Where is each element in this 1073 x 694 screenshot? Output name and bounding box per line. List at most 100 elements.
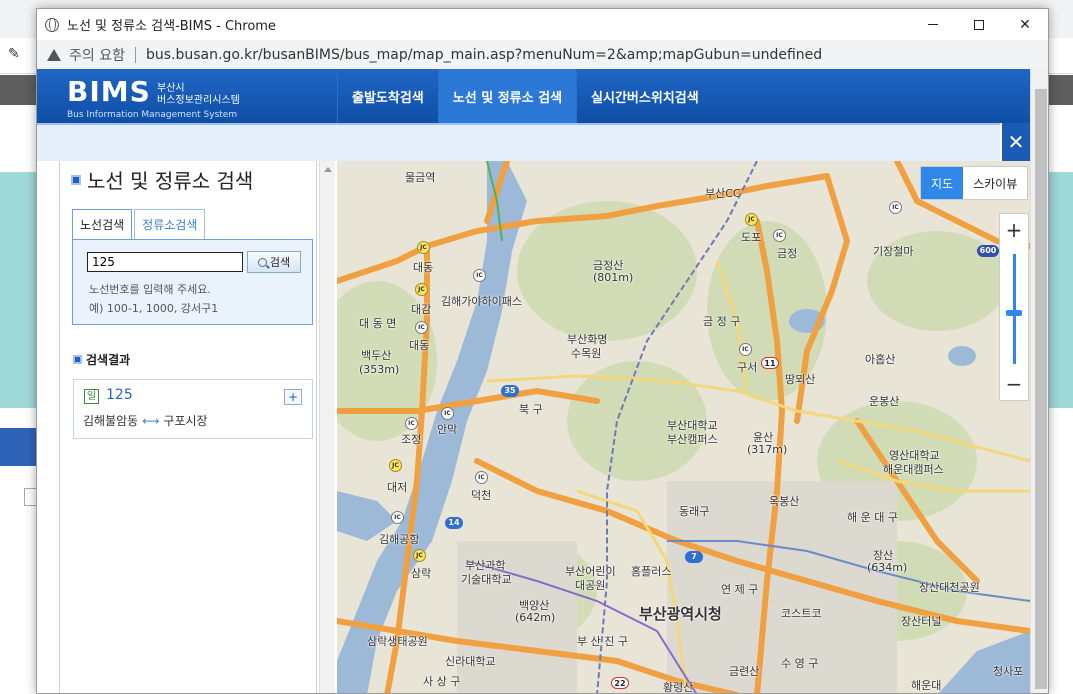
map-label: 연 제 구 bbox=[721, 583, 759, 596]
map-label: (801m) bbox=[593, 271, 634, 284]
map-label: 대저 bbox=[387, 481, 408, 494]
zoom-slider-handle[interactable] bbox=[1006, 310, 1022, 316]
map-label: 청사포 bbox=[993, 665, 1024, 678]
map-label: 장산터널 bbox=[901, 615, 942, 628]
map-label: 황령산 bbox=[663, 681, 694, 694]
map-label: 부 산 진 구 bbox=[577, 635, 628, 648]
globe-icon bbox=[45, 17, 59, 32]
map-label: 물금역 bbox=[405, 171, 436, 184]
map-label: 해 운 대 구 bbox=[847, 511, 898, 524]
warning-icon bbox=[47, 48, 61, 61]
close-window-button[interactable]: ✕ bbox=[1002, 9, 1048, 40]
map-label: 부산CC bbox=[705, 187, 741, 200]
map-label: 북 구 bbox=[519, 403, 543, 416]
minimize-button[interactable] bbox=[910, 9, 956, 40]
junction-marker: JC bbox=[389, 459, 402, 472]
junction-marker: JC bbox=[413, 549, 426, 562]
search-help-line2: 예) 100-1, 1000, 강서구1 bbox=[89, 302, 219, 315]
maximize-icon bbox=[974, 19, 984, 30]
search-tabs: 노선검색 정류소검색 bbox=[72, 209, 207, 239]
map-label: 동래구 bbox=[679, 505, 710, 518]
search-box: 125 검색 노선번호를 입력해 주세요. 예) 100-1, 1000, 강서… bbox=[72, 239, 313, 325]
background-blue-bar bbox=[0, 428, 40, 466]
zoom-slider-track[interactable] bbox=[1013, 254, 1016, 364]
search-button[interactable]: 검색 bbox=[247, 251, 301, 273]
logo-text: BIMS bbox=[67, 75, 151, 108]
bims-logo[interactable]: BIMS 부산시 버스정보관리시스템 Bus Information Manag… bbox=[67, 75, 240, 120]
bullet-icon bbox=[73, 355, 82, 364]
map-label: 수 영 구 bbox=[781, 657, 819, 670]
map-type-map-button[interactable]: 지도 bbox=[921, 167, 964, 199]
close-icon: ✕ bbox=[1007, 130, 1025, 154]
interchange-marker: IC bbox=[773, 229, 786, 242]
map-label: 대감 bbox=[411, 303, 432, 316]
map-label: 옥봉산 bbox=[769, 495, 800, 508]
interchange-marker: IC bbox=[475, 471, 488, 484]
window-scrollbar[interactable] bbox=[1030, 69, 1048, 693]
map-label: 기장철마 bbox=[873, 245, 914, 258]
security-label: 주의 요함 bbox=[69, 47, 125, 64]
map-label: 신라대학교 bbox=[445, 655, 496, 668]
map-label: 장산대천공원 bbox=[919, 581, 980, 594]
map-label: 기술대학교 bbox=[461, 573, 512, 586]
map-label: 금정 bbox=[777, 247, 798, 260]
panel-scrollbar[interactable] bbox=[319, 161, 335, 693]
map-type-skyview-button[interactable]: 스카이뷰 bbox=[963, 167, 1027, 199]
main-nav: 출발도착검색 노선 및 정류소 검색 실시간버스위치검색 bbox=[337, 69, 713, 123]
map-label-city-hall: 부산광역시청 bbox=[639, 605, 722, 623]
logo-sub1: 부산시 bbox=[157, 83, 185, 94]
route-to: 구포시장 bbox=[163, 414, 208, 428]
nav-arrival-search[interactable]: 출발도착검색 bbox=[337, 69, 438, 123]
panel-title-text: 노선 및 정류소 검색 bbox=[87, 169, 254, 193]
map-label: 코스트코 bbox=[781, 607, 822, 620]
zoom-control: + − bbox=[999, 213, 1029, 401]
map-label: 금 정 구 bbox=[703, 315, 741, 328]
map-label: 아홉산 bbox=[865, 353, 896, 366]
expand-button[interactable]: + bbox=[284, 389, 302, 405]
map-label: 백두산 bbox=[361, 349, 392, 362]
route-number[interactable]: 125 bbox=[106, 387, 133, 403]
highway-shield: 7 bbox=[685, 551, 703, 563]
sub-bar bbox=[37, 123, 1000, 161]
route-type-badge: 일 bbox=[84, 389, 99, 404]
nav-realtime-bus-location[interactable]: 실시간버스위치검색 bbox=[576, 69, 713, 123]
map-label: 대 동 면 bbox=[359, 317, 397, 330]
logo-sub2: 버스정보관리시스템 bbox=[157, 95, 240, 106]
panel-close-button[interactable]: ✕ bbox=[1002, 123, 1030, 161]
interchange-marker: IC bbox=[473, 269, 486, 282]
tab-route-search[interactable]: 노선검색 bbox=[72, 209, 133, 239]
search-button-label: 검색 bbox=[269, 256, 291, 269]
wand-icon: ✎ bbox=[8, 46, 20, 62]
map-label: (642m) bbox=[515, 611, 556, 624]
highway-shield: 14 bbox=[445, 517, 463, 529]
results-title-text: 검색결과 bbox=[86, 353, 131, 367]
zoom-in-button[interactable]: + bbox=[1000, 216, 1028, 244]
map-label: 김해가야하이패스 bbox=[441, 295, 522, 308]
map-label: 부산캠퍼스 bbox=[667, 433, 718, 446]
map-label: 운봉산 bbox=[869, 395, 900, 408]
highway-shield: 22 bbox=[611, 677, 629, 689]
map-label: 삼락 bbox=[411, 567, 432, 580]
result-item[interactable]: 일 125 + 김해불암동 ⟷ 구포시장 bbox=[73, 379, 313, 439]
search-help: 노선번호를 입력해 주세요. 예) 100-1, 1000, 강서구1 bbox=[89, 280, 218, 318]
window-scrollbar-thumb[interactable] bbox=[1035, 89, 1047, 689]
maximize-button[interactable] bbox=[956, 9, 1002, 40]
map-label: 덕천 bbox=[471, 489, 492, 502]
logo-subtitle: 부산시 버스정보관리시스템 bbox=[157, 83, 247, 107]
search-help-line1: 노선번호를 입력해 주세요. bbox=[89, 283, 211, 296]
tab-stop-search[interactable]: 정류소검색 bbox=[134, 209, 206, 239]
map-view[interactable]: 물금역 부산CC 도포 금정 기장철마 대동 금정산 (801m) 김해가야하이… bbox=[337, 161, 1030, 694]
interchange-marker: IC bbox=[391, 511, 404, 524]
map-label: 홈플러스 bbox=[631, 565, 672, 578]
interchange-marker: IC bbox=[739, 343, 752, 356]
search-icon bbox=[257, 257, 267, 267]
zoom-out-button[interactable]: − bbox=[1000, 370, 1028, 398]
map-label: 김해공항 bbox=[379, 533, 420, 546]
map-label: 삼락생태공원 bbox=[367, 635, 428, 648]
map-label: 수목원 bbox=[571, 347, 602, 360]
address-bar[interactable]: 주의 요함 bus.busan.go.kr/busanBIMS/bus_map/… bbox=[37, 40, 1048, 69]
junction-marker: JC bbox=[745, 213, 758, 226]
route-search-input[interactable]: 125 bbox=[87, 252, 243, 272]
nav-route-stop-search[interactable]: 노선 및 정류소 검색 bbox=[437, 69, 577, 123]
popup-window: 노선 및 정류소 검색-BIMS - Chrome ✕ 주의 요함 bus.bu… bbox=[36, 8, 1049, 694]
